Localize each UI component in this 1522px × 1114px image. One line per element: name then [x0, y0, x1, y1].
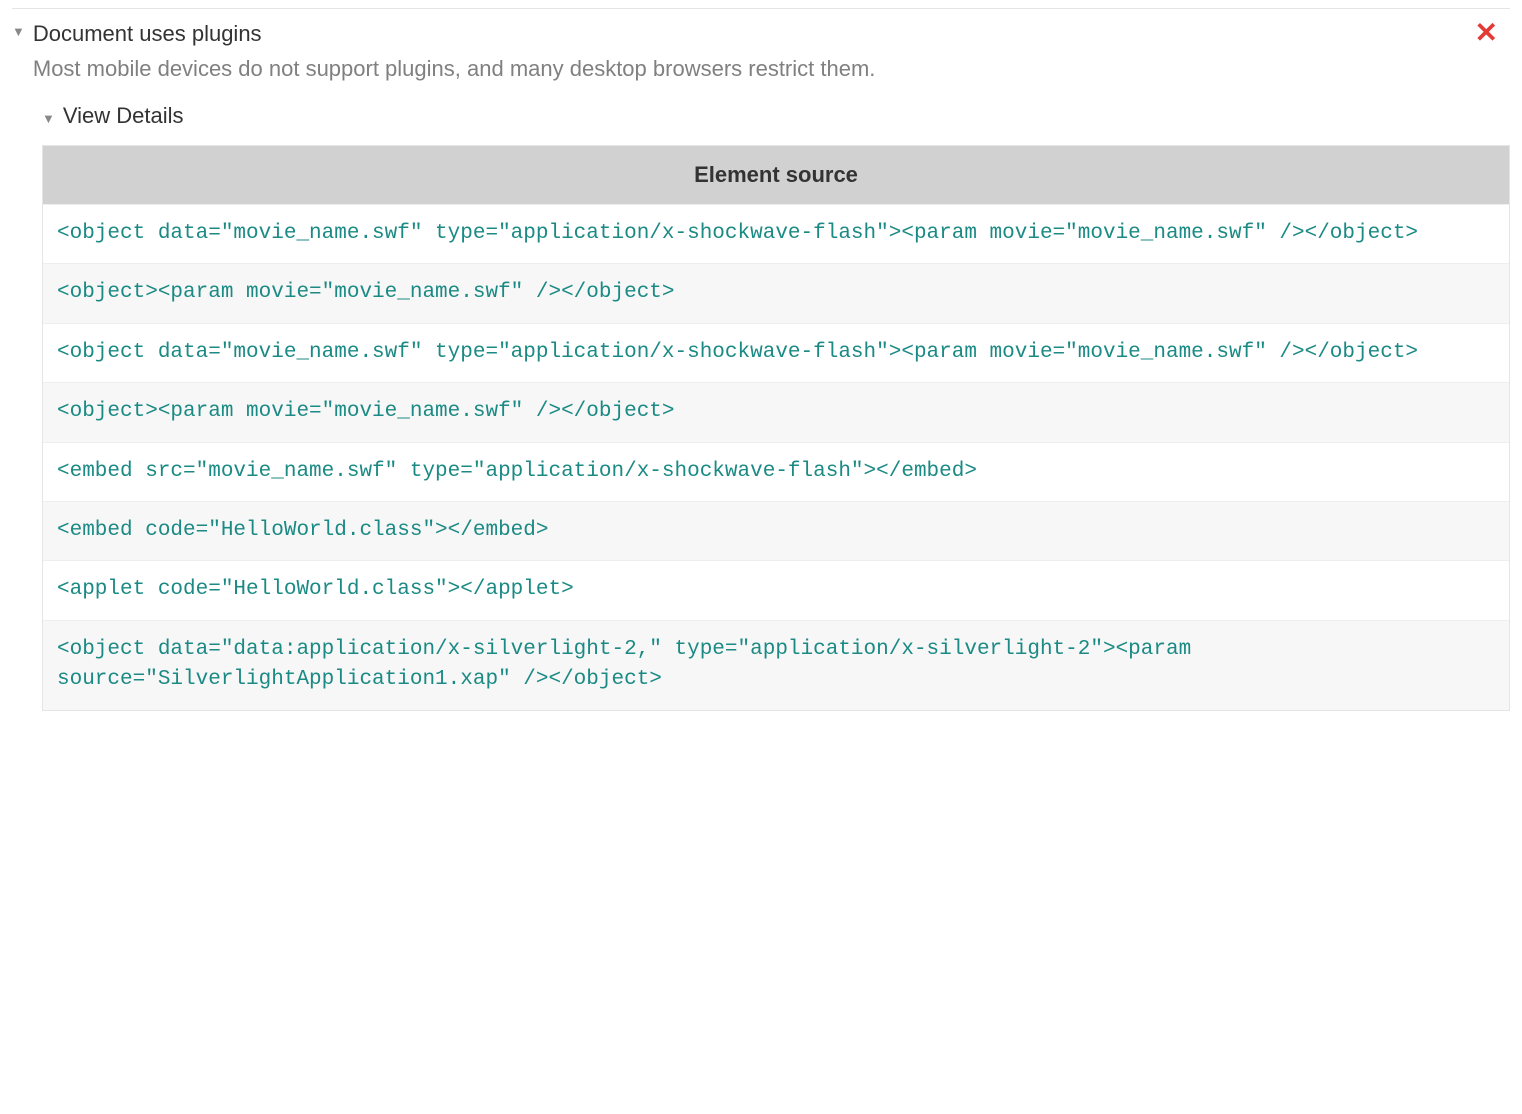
- table-row: <object data="movie_name.swf" type="appl…: [43, 204, 1509, 263]
- audit-description: Most mobile devices do not support plugi…: [33, 52, 1471, 85]
- table-row: <object><param movie="movie_name.swf" />…: [43, 382, 1509, 441]
- table-row: <object><param movie="movie_name.swf" />…: [43, 263, 1509, 322]
- table-row: <embed code="HelloWorld.class"></embed>: [43, 501, 1509, 560]
- table-header: Element source: [43, 146, 1509, 204]
- table-row: <embed src="movie_name.swf" type="applic…: [43, 442, 1509, 501]
- details-section: ▼ View Details Element source <object da…: [42, 103, 1510, 711]
- element-source-table: Element source <object data="movie_name.…: [42, 145, 1510, 711]
- chevron-down-icon[interactable]: ▼: [12, 24, 25, 39]
- audit-title: Document uses plugins: [33, 19, 1471, 50]
- view-details-label: View Details: [63, 103, 184, 129]
- table-row: <applet code="HelloWorld.class"></applet…: [43, 560, 1509, 619]
- table-row: <object data="movie_name.swf" type="appl…: [43, 323, 1509, 382]
- audit-title-block: Document uses plugins Most mobile device…: [33, 19, 1471, 85]
- chevron-down-icon: ▼: [42, 111, 55, 126]
- table-body: <object data="movie_name.swf" type="appl…: [43, 204, 1509, 710]
- table-row: <object data="data:application/x-silverl…: [43, 620, 1509, 710]
- audit-header: ▼ Document uses plugins Most mobile devi…: [12, 19, 1510, 85]
- view-details-toggle[interactable]: ▼ View Details: [42, 103, 1510, 129]
- audit-item: ▼ Document uses plugins Most mobile devi…: [12, 8, 1510, 711]
- close-icon[interactable]: ✕: [1471, 19, 1502, 47]
